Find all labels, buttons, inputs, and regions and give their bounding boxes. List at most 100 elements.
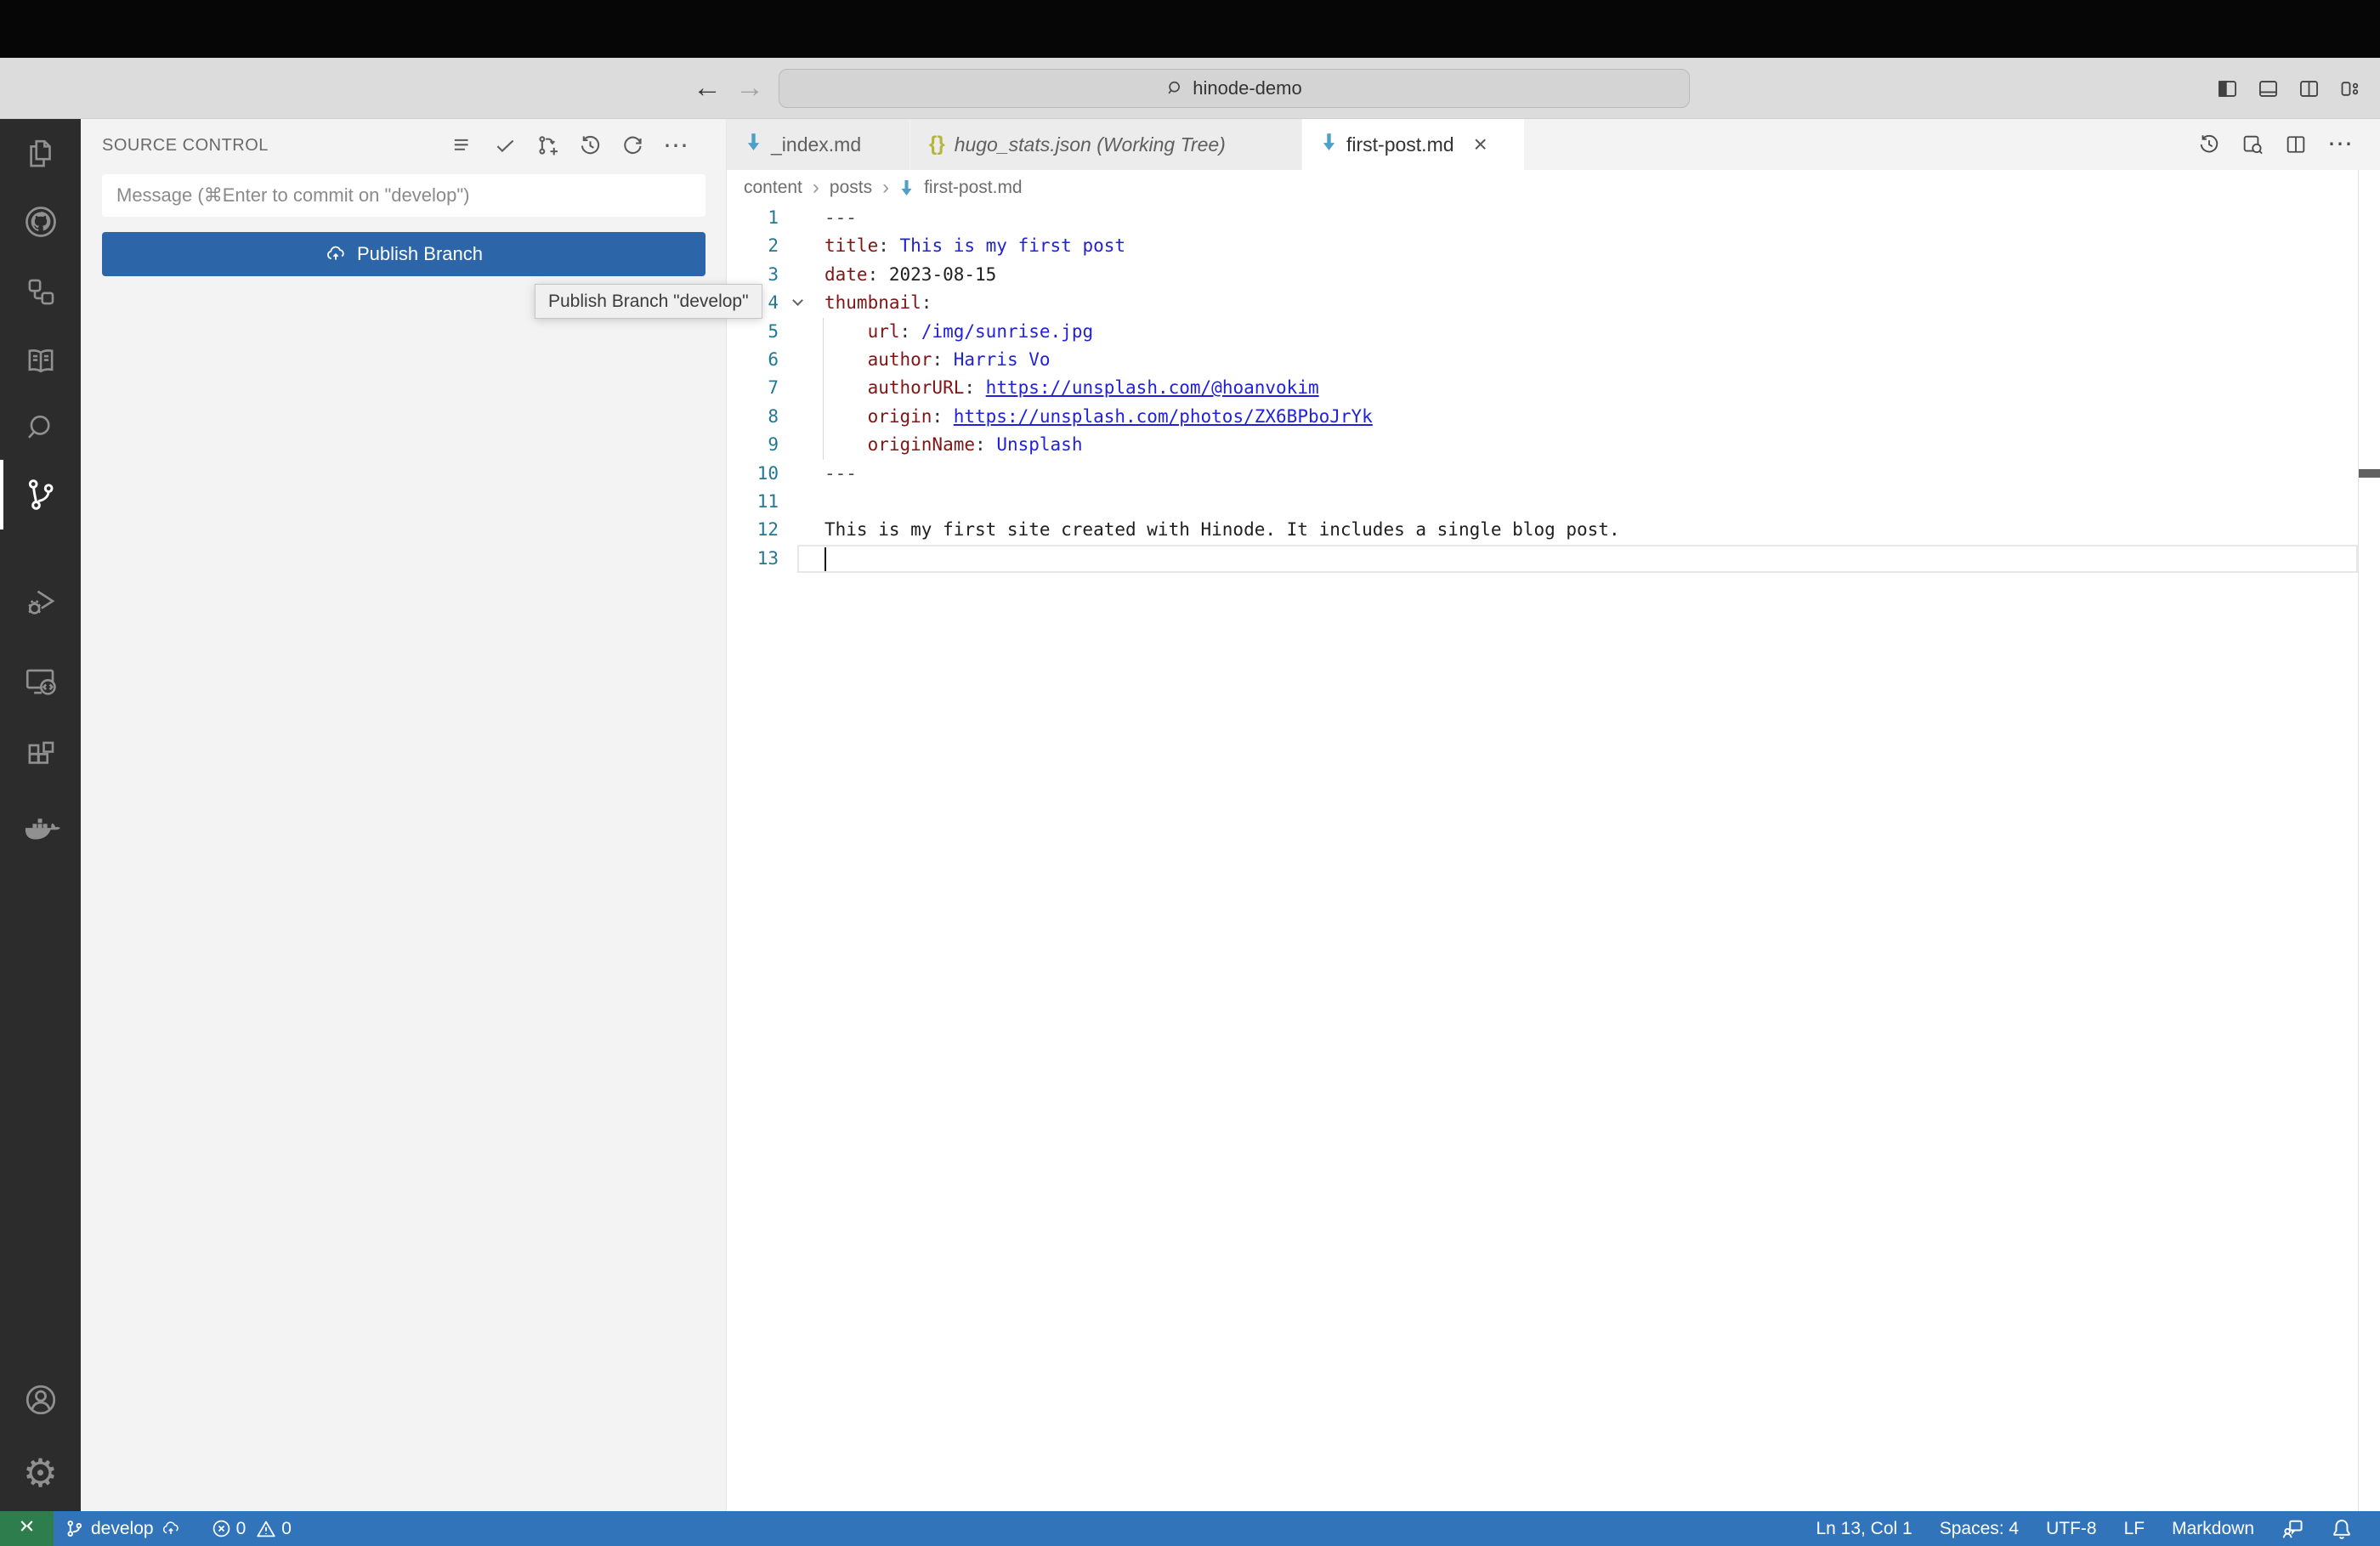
code-line[interactable]: 6 author: Harris Vo	[727, 345, 2380, 375]
source-control-icon	[22, 476, 60, 513]
editor-area: _index.md {} hugo_stats.json (Working Tr…	[727, 119, 2380, 1511]
code-token: :	[975, 434, 997, 456]
more-actions-icon[interactable]: ⋯	[663, 133, 690, 158]
refresh-icon[interactable]	[620, 133, 645, 158]
activity-item-hierarchy[interactable]	[0, 257, 81, 326]
breadcrumb-item[interactable]: content	[744, 178, 802, 198]
cursor-position-item[interactable]: Ln 13, Col 1	[1802, 1511, 1925, 1546]
code-line[interactable]: 7 authorURL: https://unsplash.com/@hoanv…	[727, 374, 2380, 404]
forward-arrow-icon[interactable]: →	[733, 58, 767, 119]
code-token: Unsplash	[996, 434, 1083, 456]
create-branch-icon[interactable]	[536, 133, 560, 158]
code-line[interactable]: 12 This is my first site created with Hin…	[727, 516, 2380, 544]
view-as-list-icon[interactable]	[450, 133, 475, 158]
eol-item[interactable]: LF	[2111, 1511, 2159, 1546]
code-token: :	[878, 235, 900, 257]
toggle-panel-icon[interactable]	[2257, 77, 2280, 100]
fold-chevron-icon[interactable]	[792, 295, 805, 309]
activity-item-explorer[interactable]	[0, 119, 81, 189]
activity-item-source-control[interactable]	[0, 460, 81, 529]
code-line[interactable]: 4 thumbnail:	[727, 289, 2380, 317]
customize-layout-icon[interactable]	[2338, 77, 2361, 100]
vscode-window: ← → hinode-demo ⚙ SOURCE CONTROL ⋯ Messa…	[0, 0, 2380, 1546]
code-lines[interactable]: 1 --- 2 title: This is my first post 3 date: …	[727, 204, 2380, 574]
split-editor-icon[interactable]	[2284, 133, 2308, 156]
code-token: :	[921, 292, 932, 314]
activity-item-run-debug[interactable]	[0, 568, 81, 637]
code-line[interactable]: 8 origin: https://unsplash.com/photos/ZX…	[727, 402, 2380, 432]
line-number: 5	[768, 320, 779, 342]
branch-status-item[interactable]: develop	[54, 1511, 192, 1546]
code-token: Harris Vo	[953, 348, 1051, 370]
errors-icon	[212, 1519, 231, 1538]
activity-item-github[interactable]	[0, 187, 81, 257]
code-link[interactable]: https://unsplash.com/photos/ZX6BPboJrYk	[954, 406, 1373, 427]
code-link[interactable]: https://unsplash.com/@hoanvokim	[986, 377, 1319, 398]
indentation-item[interactable]: Spaces: 4	[1926, 1511, 2032, 1546]
activity-item-docker[interactable]	[0, 796, 81, 865]
tab-bar: _index.md {} hugo_stats.json (Working Tr…	[727, 119, 2380, 170]
code-token: ---	[824, 207, 857, 228]
code-token: thumbnail	[824, 292, 921, 314]
current-line-highlight	[797, 544, 2358, 574]
tab-first-post-md[interactable]: first-post.md ×	[1302, 119, 1525, 170]
commit-check-icon[interactable]	[493, 133, 518, 158]
code-line[interactable]: 10 ---	[727, 460, 2380, 488]
editor-more-actions-icon[interactable]: ⋯	[2327, 132, 2354, 157]
code-line[interactable]: 11	[727, 488, 2380, 516]
breadcrumb-file[interactable]: first-post.md	[924, 178, 1023, 198]
problems-status-item[interactable]: 0 0	[201, 1511, 303, 1546]
activity-item-docs[interactable]	[0, 326, 81, 396]
commit-message-input[interactable]	[102, 174, 706, 217]
markdown-file-icon	[899, 179, 914, 196]
code-line[interactable]: 1 ---	[727, 204, 2380, 232]
sidebar-title: SOURCE CONTROL	[102, 135, 269, 155]
tab-index-md[interactable]: _index.md	[727, 119, 910, 170]
code-token: :	[899, 320, 921, 342]
open-preview-icon[interactable]	[2241, 133, 2264, 156]
git-branch-icon	[65, 1519, 84, 1538]
overview-ruler[interactable]	[2358, 170, 2359, 1511]
activity-item-search[interactable]	[0, 393, 81, 462]
encoding-item[interactable]: UTF-8	[2032, 1511, 2111, 1546]
notifications-bell-icon[interactable]	[2317, 1511, 2366, 1546]
toggle-primary-sidebar-icon[interactable]	[2216, 77, 2239, 100]
breadcrumb-item[interactable]: posts	[830, 178, 872, 198]
branch-name: develop	[91, 1518, 154, 1538]
error-count: 0	[235, 1518, 246, 1538]
feedback-icon[interactable]	[2268, 1511, 2317, 1546]
code-token: :	[932, 348, 954, 370]
code-token: /img/sunrise.jpg	[921, 320, 1094, 342]
code-line[interactable]: 5 url: /img/sunrise.jpg	[727, 317, 2380, 347]
activity-item-extensions[interactable]	[0, 721, 81, 790]
back-arrow-icon[interactable]: ←	[690, 58, 724, 119]
remote-indicator[interactable]	[0, 1511, 54, 1546]
cloud-upload-icon	[325, 243, 347, 265]
debug-icon	[23, 585, 59, 620]
breadcrumb: content › posts › first-post.md	[727, 170, 2380, 206]
activity-item-remote-explorer[interactable]	[0, 647, 81, 716]
command-center[interactable]: hinode-demo	[779, 69, 1690, 108]
tab-hugo-stats-json[interactable]: {} hugo_stats.json (Working Tree)	[910, 119, 1302, 170]
activity-item-settings[interactable]: ⚙	[0, 1438, 81, 1508]
code-token: title	[824, 235, 879, 257]
activity-item-account[interactable]	[0, 1365, 81, 1435]
code-line[interactable]: 13	[727, 544, 2380, 574]
line-number: 13	[756, 547, 779, 569]
code-token: :	[964, 377, 986, 399]
source-control-sidebar: SOURCE CONTROL ⋯ Message (⌘Enter to comm…	[81, 119, 727, 1511]
code-line[interactable]: 9 originName: Unsplash	[727, 431, 2380, 460]
code-token: ---	[824, 462, 857, 484]
history-icon[interactable]	[578, 133, 603, 158]
toggle-secondary-sidebar-icon[interactable]	[2298, 77, 2320, 100]
publish-branch-button[interactable]: Publish Branch	[102, 232, 706, 276]
timeline-history-icon[interactable]	[2197, 133, 2221, 156]
language-mode-item[interactable]: Markdown	[2158, 1511, 2268, 1546]
code-line[interactable]: 3 date: 2023-08-15	[727, 261, 2380, 289]
close-tab-icon[interactable]: ×	[1474, 133, 1488, 156]
code-line[interactable]: 2 title: This is my first post	[727, 232, 2380, 260]
command-center-label: hinode-demo	[1193, 77, 1302, 99]
publish-changes-icon	[161, 1519, 181, 1539]
